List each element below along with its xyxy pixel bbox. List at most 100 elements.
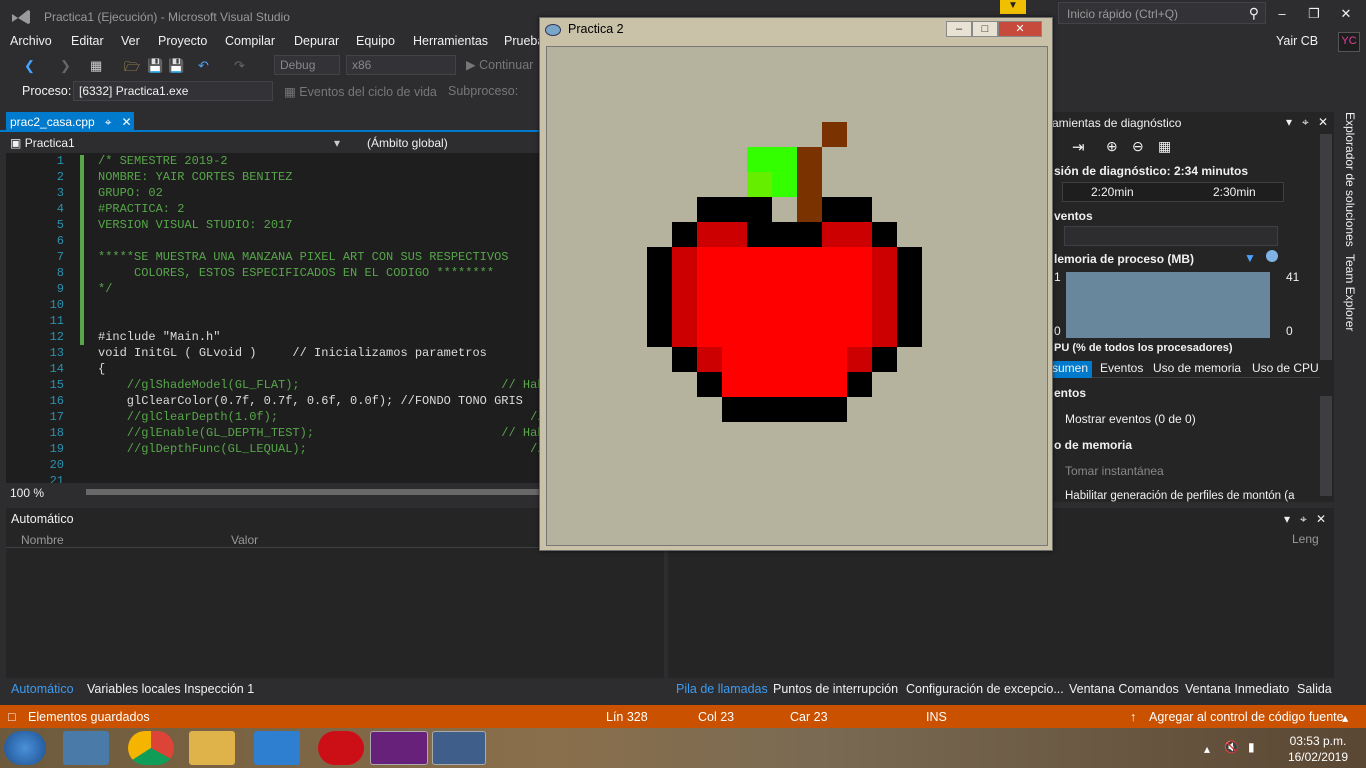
- zoom-level[interactable]: 100 %: [10, 486, 44, 500]
- tab-call-stack[interactable]: Pila de llamadas: [676, 682, 768, 696]
- code-line[interactable]: #PRACTICA: 2: [98, 202, 184, 216]
- gl-close-button[interactable]: ✕: [998, 21, 1042, 37]
- process-select[interactable]: [6332] Practica1.exe: [73, 81, 273, 101]
- pin-icon[interactable]: ⌖: [1300, 512, 1307, 527]
- user-avatar[interactable]: YC: [1338, 32, 1360, 52]
- tab-watch-1[interactable]: Inspección 1: [184, 682, 254, 696]
- tab-output[interactable]: Salida: [1297, 682, 1332, 696]
- menu-proyecto[interactable]: Proyecto: [158, 34, 207, 48]
- start-button-icon[interactable]: [4, 731, 46, 765]
- menu-archivo[interactable]: Archivo: [10, 34, 52, 48]
- undo-icon[interactable]: ↶: [198, 58, 209, 74]
- code-line[interactable]: {: [98, 362, 105, 376]
- dropdown-icon[interactable]: ▾: [1286, 115, 1292, 129]
- zoom-out-icon[interactable]: ⊖: [1132, 138, 1144, 155]
- opera-icon[interactable]: [318, 731, 364, 765]
- menu-ver[interactable]: Ver: [121, 34, 140, 48]
- maximize-button[interactable]: ❐: [1304, 6, 1324, 22]
- save-all-icon[interactable]: 💾: [168, 58, 184, 74]
- close-icon[interactable]: ✕: [1318, 115, 1328, 129]
- continue-button[interactable]: ▶ Continuar: [466, 57, 533, 72]
- team-explorer-tab[interactable]: Team Explorer: [1343, 254, 1357, 331]
- tray-arrow-icon[interactable]: ▴: [1204, 742, 1210, 756]
- code-editor[interactable]: 1 /* SEMESTRE 2019-2 2 NOMBRE: YAIR CORTES …: [6, 153, 540, 483]
- heap-profiling-checkbox[interactable]: Habilitar generación de perfiles de mont…: [1065, 490, 1295, 502]
- code-line[interactable]: //glEnable(GL_DEPTH_TEST); // Habi: [98, 426, 540, 440]
- media-player-icon[interactable]: [63, 731, 109, 765]
- code-line[interactable]: glClearColor(0.7f, 0.7f, 0.6f, 0.0f); //…: [98, 394, 523, 408]
- show-events-link[interactable]: Mostrar eventos (0 de 0): [1065, 412, 1196, 426]
- user-name[interactable]: Yair CB: [1276, 34, 1318, 48]
- visual-studio-taskbar-icon[interactable]: [370, 731, 428, 765]
- tab-breakpoints[interactable]: Puntos de interrupción: [773, 682, 898, 696]
- close-tab-icon[interactable]: ✕: [122, 115, 132, 129]
- code-line[interactable]: void InitGL ( GLvoid ) // Inicializamos …: [98, 346, 487, 360]
- close-button[interactable]: ✕: [1336, 6, 1356, 22]
- pin-icon[interactable]: ⌖: [105, 115, 112, 129]
- tab-memory-usage[interactable]: Uso de memoria: [1153, 361, 1241, 375]
- tab-summary[interactable]: sumen: [1048, 361, 1093, 378]
- tab-events[interactable]: Eventos: [1100, 361, 1143, 375]
- gl-window-taskbar-icon[interactable]: [432, 731, 486, 765]
- solution-explorer-tab[interactable]: Explorador de soluciones: [1343, 112, 1357, 247]
- notification-flag-icon[interactable]: ▼: [1000, 0, 1026, 14]
- tab-prac2-casa[interactable]: prac2_casa.cpp ⌖ ✕: [6, 112, 134, 132]
- network-icon[interactable]: ▮: [1248, 740, 1255, 754]
- code-line[interactable]: //glClearDepth(1.0f); //: [98, 410, 540, 424]
- forward-icon[interactable]: ❯: [60, 58, 71, 74]
- chevron-down-icon[interactable]: ▾: [334, 136, 340, 150]
- internet-explorer-icon[interactable]: [254, 731, 300, 765]
- filter-icon[interactable]: ▼: [1244, 251, 1256, 265]
- tab-autos[interactable]: Automático: [11, 682, 74, 696]
- menu-depurar[interactable]: Depurar: [294, 34, 339, 48]
- source-control-icon[interactable]: ↑: [1130, 710, 1136, 724]
- tab-immediate-window[interactable]: Ventana Inmediato: [1185, 682, 1289, 696]
- quick-launch-input[interactable]: Inicio rápido (Ctrl+Q) ⚲: [1058, 2, 1266, 24]
- pin-icon[interactable]: ⌖: [1302, 115, 1309, 130]
- menu-compilar[interactable]: Compilar: [225, 34, 275, 48]
- add-to-source-control[interactable]: Agregar al control de código fuente: [1149, 710, 1344, 724]
- minimize-button[interactable]: –: [1272, 6, 1292, 22]
- tab-cpu-usage[interactable]: Uso de CPU: [1252, 361, 1319, 375]
- gl-maximize-button[interactable]: □: [972, 21, 998, 37]
- tab-locals[interactable]: Variables locales: [87, 682, 181, 696]
- column-value[interactable]: Valor: [231, 533, 258, 547]
- chevron-up-icon[interactable]: ▴: [1342, 710, 1348, 725]
- lifecycle-events-button[interactable]: ▦ Eventos del ciclo de vida: [284, 84, 437, 99]
- code-line[interactable]: *****SE MUESTRA UNA MANZANA PIXEL ART CO…: [98, 250, 508, 264]
- tab-exception-settings[interactable]: Configuración de excepcio...: [906, 682, 1064, 696]
- redo-icon[interactable]: ↷: [234, 58, 245, 74]
- code-line[interactable]: GRUPO: 02: [98, 186, 163, 200]
- chrome-icon[interactable]: [128, 731, 174, 765]
- code-line[interactable]: */: [98, 282, 112, 296]
- column-name[interactable]: Nombre: [21, 533, 64, 547]
- dropdown-icon[interactable]: ▾: [1284, 512, 1290, 526]
- new-project-icon[interactable]: ▦: [90, 58, 102, 74]
- zoom-in-icon[interactable]: ⊕: [1106, 138, 1118, 155]
- opengl-window[interactable]: Practica 2 – □ ✕: [539, 17, 1053, 551]
- code-line[interactable]: COLORES, ESTOS ESPECIFICADOS EN EL CODIG…: [98, 266, 494, 280]
- code-line[interactable]: //glShadeModel(GL_FLAT); // Habi: [98, 378, 540, 392]
- take-snapshot-button[interactable]: Tomar instantánea: [1065, 464, 1164, 478]
- gl-minimize-button[interactable]: –: [946, 21, 972, 37]
- file-explorer-icon[interactable]: [189, 731, 235, 765]
- tab-command-window[interactable]: Ventana Comandos: [1069, 682, 1179, 696]
- code-line[interactable]: VERSION VISUAL STUDIO: 2017: [98, 218, 292, 232]
- menu-herramientas[interactable]: Herramientas: [413, 34, 488, 48]
- volume-muted-icon[interactable]: 🔇: [1224, 740, 1239, 754]
- code-line[interactable]: #include "Main.h": [98, 330, 220, 344]
- vertical-scrollbar[interactable]: [1320, 134, 1332, 360]
- code-line[interactable]: //glDepthFunc(GL_LEQUAL); //: [98, 442, 540, 456]
- timeline-ruler[interactable]: 2:20min 2:30min: [1062, 182, 1284, 202]
- save-icon[interactable]: 💾: [147, 58, 163, 74]
- code-line[interactable]: NOMBRE: YAIR CORTES BENITEZ: [98, 170, 292, 184]
- vertical-scrollbar[interactable]: [1320, 396, 1332, 496]
- column-language[interactable]: Leng: [1292, 532, 1319, 546]
- code-line[interactable]: /* SEMESTRE 2019-2: [98, 154, 228, 168]
- back-icon[interactable]: ❮: [24, 58, 35, 74]
- reset-view-icon[interactable]: ▦: [1158, 138, 1171, 155]
- open-folder-icon[interactable]: 🗁: [124, 58, 140, 80]
- scope-dropdown[interactable]: (Ámbito global): [367, 136, 448, 150]
- configuration-select[interactable]: Debug: [274, 55, 340, 75]
- clock[interactable]: 03:53 p.m. 16/02/2019: [1288, 733, 1348, 765]
